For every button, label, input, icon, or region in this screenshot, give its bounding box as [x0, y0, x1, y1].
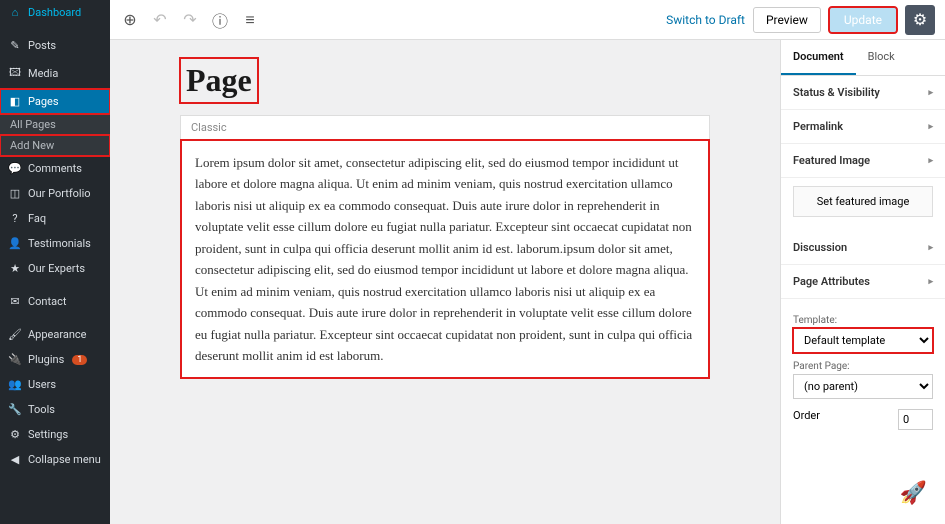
block-type-label: Classic — [181, 116, 709, 140]
order-label: Order — [793, 409, 820, 422]
sidebar-sub-all-pages[interactable]: All Pages — [0, 114, 110, 135]
switch-to-draft-link[interactable]: Switch to Draft — [666, 13, 745, 27]
preview-button[interactable]: Preview — [753, 7, 821, 33]
sidebar-sub-add-new[interactable]: Add New — [0, 135, 110, 156]
user-icon: 👤 — [8, 237, 22, 250]
admin-sidebar: ⌂Dashboard ✎Posts 🖾Media ◧Pages All Page… — [0, 0, 110, 524]
template-label: Template: — [793, 315, 933, 326]
brush-icon: 🖌 — [8, 328, 22, 341]
sidebar-item-media[interactable]: 🖾Media — [0, 58, 110, 89]
sidebar-item-comments[interactable]: 💬Comments — [0, 156, 110, 181]
sidebar-item-posts[interactable]: ✎Posts — [0, 33, 110, 58]
portfolio-icon: ◫ — [8, 187, 22, 200]
sidebar-item-settings[interactable]: ⚙Settings — [0, 422, 110, 447]
editor-toolbar: ⊕ ↶ ↷ ⓘ ≡ Switch to Draft Preview Update… — [110, 0, 945, 40]
sidebar-item-tools[interactable]: 🔧Tools — [0, 397, 110, 422]
add-block-icon[interactable]: ⊕ — [120, 10, 140, 30]
sidebar-item-portfolio[interactable]: ◫Our Portfolio — [0, 181, 110, 206]
plugin-icon: 🔌 — [8, 353, 22, 366]
undo-icon[interactable]: ↶ — [150, 10, 170, 30]
settings-icon: ⚙ — [8, 428, 22, 441]
help-icon: ? — [8, 212, 22, 225]
info-icon[interactable]: ⓘ — [210, 10, 230, 30]
sidebar-item-appearance[interactable]: 🖌Appearance — [0, 322, 110, 347]
template-select[interactable]: Default template — [793, 328, 933, 353]
sidebar-item-experts[interactable]: ★Our Experts — [0, 256, 110, 281]
sidebar-collapse[interactable]: ◀Collapse menu — [0, 447, 110, 472]
set-featured-image-button[interactable]: Set featured image — [793, 186, 933, 217]
pages-icon: ◧ — [8, 95, 22, 108]
collapse-icon: ◀ — [8, 453, 22, 466]
update-button[interactable]: Update — [829, 7, 897, 33]
tab-block[interactable]: Block — [856, 40, 907, 75]
section-page-attributes[interactable]: Page Attributes — [781, 265, 945, 299]
parent-select[interactable]: (no parent) — [793, 374, 933, 399]
sidebar-item-dashboard[interactable]: ⌂Dashboard — [0, 0, 110, 25]
editor-canvas: Page Classic Lorem ipsum dolor sit amet,… — [110, 40, 780, 524]
page-title[interactable]: Page — [180, 58, 258, 103]
sidebar-item-users[interactable]: 👥Users — [0, 372, 110, 397]
order-input[interactable] — [898, 409, 933, 430]
settings-panel: Document Block Status & Visibility Perma… — [780, 40, 945, 524]
users-icon: 👥 — [8, 378, 22, 391]
sidebar-item-pages[interactable]: ◧Pages — [0, 89, 110, 114]
outline-icon[interactable]: ≡ — [240, 10, 260, 30]
comment-icon: 💬 — [8, 162, 22, 175]
sidebar-item-contact[interactable]: ✉Contact — [0, 289, 110, 314]
sidebar-item-plugins[interactable]: 🔌Plugins1 — [0, 347, 110, 372]
star-icon: ★ — [8, 262, 22, 275]
section-permalink[interactable]: Permalink — [781, 110, 945, 144]
classic-block-content[interactable]: Lorem ipsum dolor sit amet, consectetur … — [181, 140, 709, 378]
redo-icon[interactable]: ↷ — [180, 10, 200, 30]
parent-label: Parent Page: — [793, 361, 933, 372]
wrench-icon: 🔧 — [8, 403, 22, 416]
scroll-top-icon[interactable]: 🚀 — [900, 481, 927, 506]
plugin-badge: 1 — [72, 355, 87, 365]
sidebar-item-testimonials[interactable]: 👤Testimonials — [0, 231, 110, 256]
media-icon: 🖾 — [8, 64, 22, 83]
tab-document[interactable]: Document — [781, 40, 856, 75]
home-icon: ⌂ — [8, 6, 22, 19]
section-discussion[interactable]: Discussion — [781, 231, 945, 265]
settings-button[interactable]: ⚙ — [905, 5, 935, 35]
section-status[interactable]: Status & Visibility — [781, 76, 945, 110]
pin-icon: ✎ — [8, 39, 22, 52]
sidebar-item-faq[interactable]: ?Faq — [0, 206, 110, 231]
gear-icon: ⚙ — [913, 10, 927, 29]
mail-icon: ✉ — [8, 295, 22, 308]
section-featured-image[interactable]: Featured Image — [781, 144, 945, 178]
